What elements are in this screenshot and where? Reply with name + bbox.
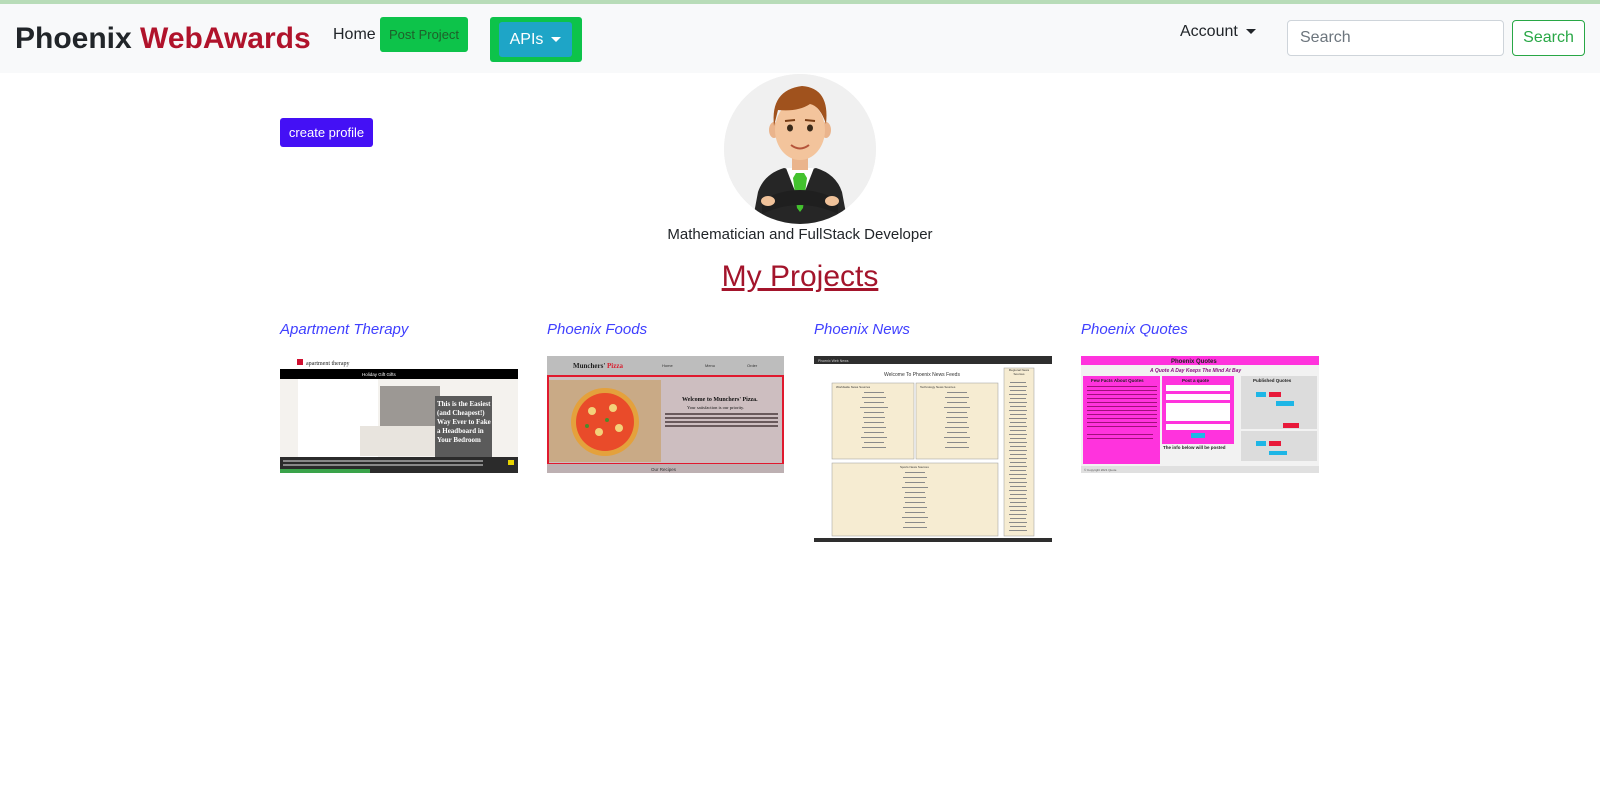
account-label: Account (1180, 23, 1238, 40)
thumb-nav-0: Home (662, 363, 673, 368)
thumbnail-graphic: Munchers' Pizza Home Menu Order Welcome … (547, 356, 784, 473)
thumb-col3-title: Published Quotes (1253, 378, 1292, 383)
create-profile-button[interactable]: create profile (280, 118, 373, 147)
thumb-col2-footer: The info below will be posted (1163, 445, 1226, 450)
project-thumbnail-phoenix-foods[interactable]: Munchers' Pizza Home Menu Order Welcome … (547, 356, 784, 473)
search-input[interactable] (1287, 20, 1504, 56)
thumb-title: Phoenix Quotes (1171, 359, 1217, 365)
thumb-nav-1: Menu (705, 363, 715, 368)
thumb-nav-2: Order (747, 363, 758, 368)
thumbnail-graphic: Phoenix Quotes A Quote A Day Keeps The M… (1081, 356, 1319, 473)
project-link-phoenix-foods[interactable]: Phoenix Foods (547, 321, 647, 338)
nav-home-link[interactable]: Home (333, 26, 376, 44)
thumb-headline: Welcome to Munchers' Pizza. (682, 397, 758, 403)
brand-name-part2: WebAwards (140, 22, 311, 55)
thumb-bar-text: Holiday Gift Gifts (362, 372, 397, 377)
project-link-phoenix-quotes[interactable]: Phoenix Quotes (1081, 321, 1188, 338)
thumbnail-graphic: Phoenix Web News Welcome To Phoenix News… (814, 356, 1052, 542)
search-button[interactable]: Search (1512, 20, 1585, 56)
thumb-header: Phoenix Web News (818, 359, 849, 363)
thumb-brand-a: Munchers' (573, 362, 605, 370)
my-projects-heading[interactable]: My Projects (0, 260, 1600, 294)
thumb-col2-title: Post a quote (1182, 378, 1209, 383)
project-link-apartment-therapy[interactable]: Apartment Therapy (280, 321, 408, 338)
thumb-footer: Our Recipes (651, 467, 677, 472)
caret-down-icon (551, 37, 562, 43)
project-thumbnail-phoenix-news[interactable]: Phoenix Web News Welcome To Phoenix News… (814, 356, 1052, 542)
profile-tagline: Mathematician and FullStack Developer (667, 226, 933, 243)
brand-logo[interactable]: Phoenix WebAwards (15, 22, 311, 56)
thumb-brand-b: Pizza (607, 362, 623, 370)
navbar: Phoenix WebAwards Home Post Project APIs… (0, 4, 1600, 73)
post-project-button[interactable]: Post Project (380, 17, 468, 52)
thumb-subtitle: A Quote A Day Keeps The Mind At Bay (1149, 368, 1241, 374)
thumb-footer: © Copyright 2021 Quote (1084, 468, 1117, 472)
caret-down-icon (1245, 29, 1256, 35)
apis-dropdown-button[interactable]: APIs (499, 22, 572, 57)
thumb-logo: apartment therapy (306, 361, 349, 367)
thumb-col2-title: Technology News Sources (920, 385, 956, 389)
avatar-icon (724, 74, 876, 224)
thumb-col1-title: Few Facts About Quotes (1091, 378, 1144, 383)
apis-dropdown-wrapper: APIs (490, 17, 582, 62)
thumb-headline: This is the Easiest (and Cheapest!) Way … (437, 400, 491, 444)
project-thumbnail-phoenix-quotes[interactable]: Phoenix Quotes A Quote A Day Keeps The M… (1081, 356, 1319, 473)
account-dropdown[interactable]: Account (1180, 23, 1256, 41)
thumb-side-title: Regional News Sources (1008, 369, 1030, 376)
thumb-sub: Your satisfaction is our priority. (687, 405, 744, 410)
thumb-headline: Welcome To Phoenix News Feeds (884, 372, 960, 378)
apis-label: APIs (509, 31, 544, 48)
thumb-col3-title: Sports News Sources (900, 465, 929, 469)
project-link-phoenix-news[interactable]: Phoenix News (814, 321, 910, 338)
thumbnail-graphic: apartment therapy Holiday Gift Gifts Thi… (280, 356, 518, 473)
avatar (724, 74, 876, 224)
brand-name-part1: Phoenix (15, 22, 132, 55)
thumb-col1-title: Worldwide News Sources (836, 385, 871, 389)
svg-text:Munchers' Pizza: Munchers' Pizza (573, 362, 623, 370)
project-thumbnail-apartment-therapy[interactable]: apartment therapy Holiday Gift Gifts Thi… (280, 356, 518, 473)
